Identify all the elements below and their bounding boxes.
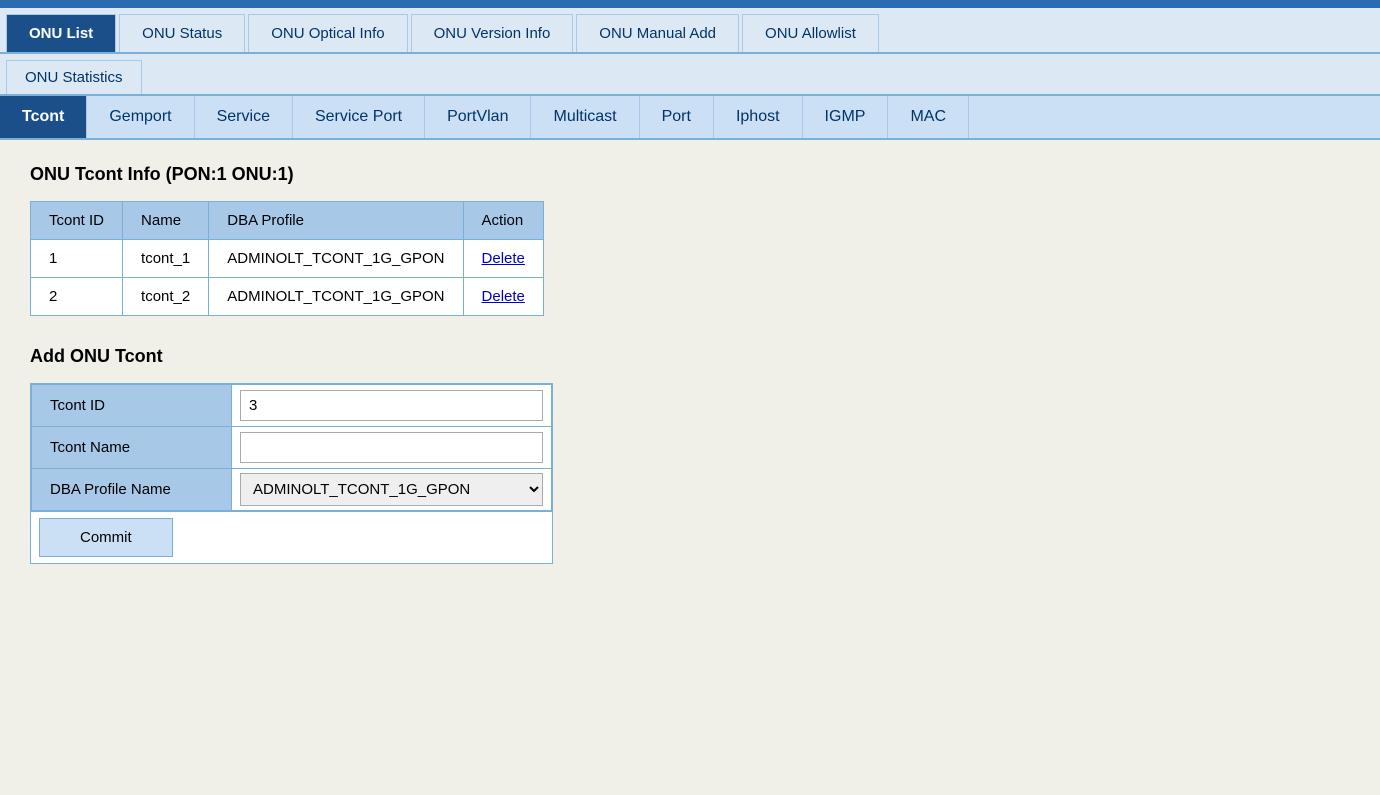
form-row: Tcont Name — [32, 427, 552, 469]
sub-nav: ONU Statistics — [0, 54, 1380, 96]
content-area: ONU Tcont Info (PON:1 ONU:1) Tcont IDNam… — [0, 140, 1380, 740]
table-header-cell: Name — [123, 202, 209, 240]
second-nav: TcontGemportServiceService PortPortVlanM… — [0, 96, 1380, 140]
form-label: Tcont Name — [32, 427, 232, 469]
sub-nav-tab-onu-statistics[interactable]: ONU Statistics — [6, 60, 142, 94]
main-nav-tab-onu-allowlist[interactable]: ONU Allowlist — [742, 14, 879, 52]
table-cell-name: tcont_2 — [123, 278, 209, 316]
form-input-cell — [232, 427, 552, 469]
table-cell-dba_profile: ADMINOLT_TCONT_1G_GPON — [209, 240, 463, 278]
commit-row: Commit — [31, 511, 552, 563]
form-input-cell: ADMINOLT_TCONT_1G_GPON — [232, 469, 552, 511]
table-body: 1tcont_1ADMINOLT_TCONT_1G_GPONDelete2tco… — [31, 240, 544, 316]
add-section-title: Add ONU Tcont — [30, 346, 1350, 367]
second-nav-tab-multicast[interactable]: Multicast — [531, 96, 639, 138]
table-cell-tcont_id: 2 — [31, 278, 123, 316]
form-label: Tcont ID — [32, 385, 232, 427]
second-nav-tab-tcont[interactable]: Tcont — [0, 96, 87, 138]
second-nav-tab-portvlan[interactable]: PortVlan — [425, 96, 531, 138]
second-nav-tab-port[interactable]: Port — [640, 96, 714, 138]
second-nav-tab-service[interactable]: Service — [195, 96, 293, 138]
table-header-cell: DBA Profile — [209, 202, 463, 240]
table-cell-action: Delete — [463, 240, 543, 278]
form-body: Tcont IDTcont NameDBA Profile NameADMINO… — [32, 385, 552, 511]
second-nav-tab-service-port[interactable]: Service Port — [293, 96, 425, 138]
main-nav: ONU ListONU StatusONU Optical InfoONU Ve… — [0, 8, 1380, 54]
main-nav-tab-onu-optical-info[interactable]: ONU Optical Info — [248, 14, 407, 52]
table-header-cell: Action — [463, 202, 543, 240]
main-nav-tab-onu-version-info[interactable]: ONU Version Info — [411, 14, 574, 52]
tcont-name-input[interactable] — [240, 432, 543, 463]
main-nav-tab-onu-manual-add[interactable]: ONU Manual Add — [576, 14, 739, 52]
add-form-table: Tcont IDTcont NameDBA Profile NameADMINO… — [31, 384, 552, 511]
table-cell-name: tcont_1 — [123, 240, 209, 278]
table-row: 2tcont_2ADMINOLT_TCONT_1G_GPON Delete — [31, 278, 544, 316]
table-header-row: Tcont IDNameDBA ProfileAction — [31, 202, 544, 240]
second-nav-tab-gemport[interactable]: Gemport — [87, 96, 194, 138]
delete-link[interactable]: Delete — [482, 250, 525, 267]
add-form-wrapper: Tcont IDTcont NameDBA Profile NameADMINO… — [30, 383, 553, 564]
delete-link[interactable]: Delete — [482, 288, 525, 305]
tcont-id-input[interactable] — [240, 390, 543, 421]
second-nav-tab-mac[interactable]: MAC — [888, 96, 969, 138]
commit-button[interactable]: Commit — [39, 518, 173, 557]
second-nav-tab-iphost[interactable]: Iphost — [714, 96, 803, 138]
form-row: Tcont ID — [32, 385, 552, 427]
form-row: DBA Profile NameADMINOLT_TCONT_1G_GPON — [32, 469, 552, 511]
table-header: Tcont IDNameDBA ProfileAction — [31, 202, 544, 240]
main-nav-tab-onu-list[interactable]: ONU List — [6, 14, 116, 52]
top-bar — [0, 0, 1380, 8]
form-label: DBA Profile Name — [32, 469, 232, 511]
table-cell-dba_profile: ADMINOLT_TCONT_1G_GPON — [209, 278, 463, 316]
table-cell-action: Delete — [463, 278, 543, 316]
table-header-cell: Tcont ID — [31, 202, 123, 240]
second-nav-tab-igmp[interactable]: IGMP — [803, 96, 889, 138]
info-title: ONU Tcont Info (PON:1 ONU:1) — [30, 164, 1350, 185]
form-input-cell — [232, 385, 552, 427]
dba-profile-select[interactable]: ADMINOLT_TCONT_1G_GPON — [240, 473, 543, 506]
table-row: 1tcont_1ADMINOLT_TCONT_1G_GPON Delete — [31, 240, 544, 278]
tcont-table: Tcont IDNameDBA ProfileAction 1tcont_1AD… — [30, 201, 544, 316]
table-cell-tcont_id: 1 — [31, 240, 123, 278]
main-nav-tab-onu-status[interactable]: ONU Status — [119, 14, 245, 52]
